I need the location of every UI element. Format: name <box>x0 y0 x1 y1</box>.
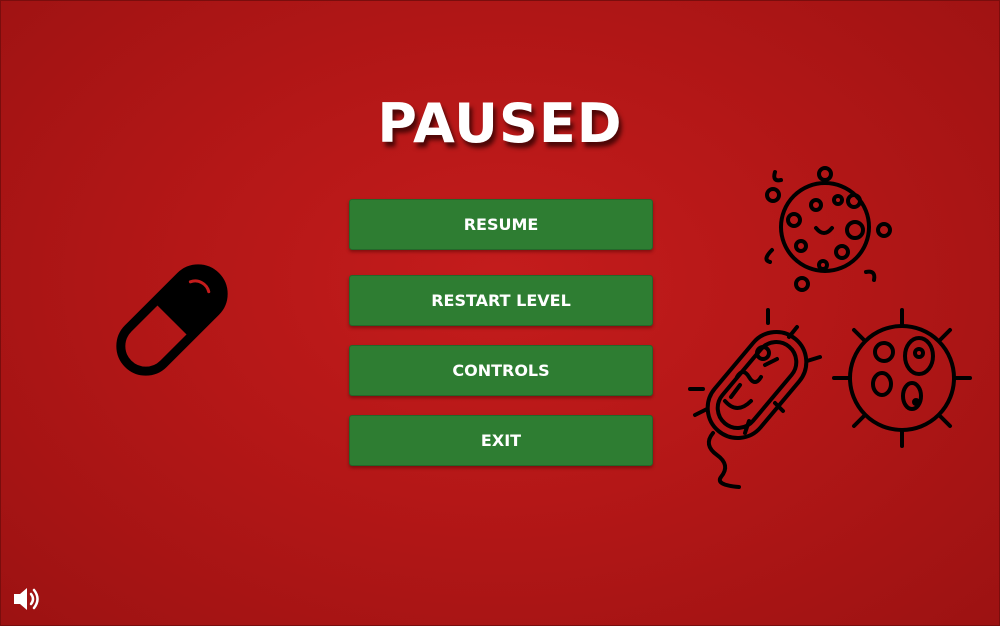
resume-button[interactable]: RESUME <box>349 199 653 250</box>
exit-button[interactable]: EXIT <box>349 415 653 466</box>
bacteria-icon <box>688 308 822 489</box>
sound-toggle-button[interactable] <box>12 585 42 613</box>
controls-label: CONTROLS <box>452 361 550 380</box>
restart-level-button[interactable]: RESTART LEVEL <box>349 275 653 326</box>
pause-title: PAUSED <box>377 92 623 155</box>
virus-icon <box>764 166 892 292</box>
controls-button[interactable]: CONTROLS <box>349 345 653 396</box>
pill-icon <box>116 264 228 376</box>
resume-label: RESUME <box>463 215 539 234</box>
cell-icon <box>832 308 972 448</box>
exit-label: EXIT <box>480 431 522 450</box>
restart-level-label: RESTART LEVEL <box>431 291 571 310</box>
speaker-icon <box>14 588 39 610</box>
